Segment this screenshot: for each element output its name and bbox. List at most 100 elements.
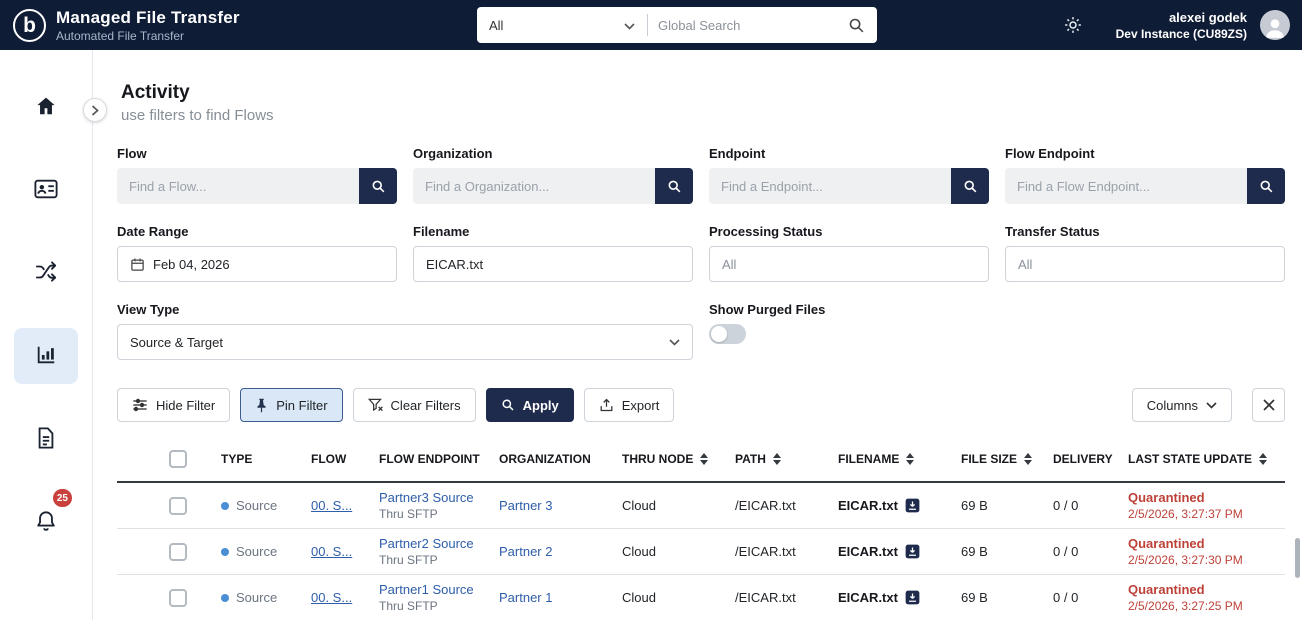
flow-link[interactable]: 00. S...: [311, 544, 352, 559]
sidebar-item-activity[interactable]: [14, 328, 78, 384]
date-range-input[interactable]: Feb 04, 2026: [117, 246, 397, 282]
flow-endpoint-link[interactable]: Partner2 Source: [379, 536, 474, 551]
delivery-cell: 0 / 0: [1045, 529, 1120, 575]
download-icon[interactable]: [905, 498, 920, 513]
organization-link[interactable]: Partner 2: [499, 544, 552, 559]
apply-label: Apply: [523, 398, 559, 413]
type-label: Source: [236, 590, 277, 605]
flow-link[interactable]: 00. S...: [311, 498, 352, 513]
columns-label: Columns: [1147, 398, 1198, 413]
notification-badge: 25: [53, 489, 72, 507]
col-organization: ORGANIZATION: [491, 438, 614, 482]
col-filename[interactable]: FILENAME: [830, 438, 953, 482]
show-purged-toggle[interactable]: [709, 324, 746, 344]
processing-status-label: Processing Status: [709, 224, 989, 239]
sidebar-item-documents[interactable]: [14, 411, 78, 467]
type-label: Source: [236, 544, 277, 559]
activity-chart-icon: [35, 344, 57, 369]
view-type-select[interactable]: Source & Target: [117, 324, 693, 360]
avatar[interactable]: [1260, 10, 1290, 40]
processing-status-input[interactable]: All: [709, 246, 989, 282]
flow-link[interactable]: 00. S...: [311, 590, 352, 605]
col-thru-node[interactable]: THRU NODE: [614, 438, 727, 482]
scrollbar-thumb[interactable]: [1295, 538, 1300, 578]
filename-cell: EICAR.txt: [838, 498, 898, 513]
app-subtitle: Automated File Transfer: [56, 29, 240, 43]
sidebar-item-organizations[interactable]: [14, 162, 78, 218]
flow-endpoint-label: Flow Endpoint: [1005, 146, 1285, 161]
file-size-cell: 69 B: [953, 529, 1045, 575]
search-icon: [667, 179, 682, 194]
col-last-state-update[interactable]: LAST STATE UPDATE: [1120, 438, 1285, 482]
app-title: Managed File Transfer: [56, 8, 240, 28]
table-row: Source 00. S... Partner3 SourceThru SFTP…: [117, 482, 1285, 529]
thru-node-cell: Cloud: [614, 575, 727, 620]
col-path[interactable]: PATH: [727, 438, 830, 482]
home-icon: [35, 95, 57, 120]
download-icon[interactable]: [905, 590, 920, 605]
transfer-status-input[interactable]: All: [1005, 246, 1285, 282]
sort-icon[interactable]: [1259, 453, 1267, 465]
row-checkbox[interactable]: [169, 543, 187, 561]
row-checkbox[interactable]: [169, 497, 187, 515]
export-label: Export: [622, 398, 660, 413]
filename-input[interactable]: [413, 246, 693, 282]
sidebar-expand-toggle[interactable]: [83, 98, 107, 122]
filter-transfer-status: Transfer Status All: [1005, 224, 1285, 282]
pin-filter-button[interactable]: Pin Filter: [240, 388, 342, 422]
main-content: Activity use filters to find Flows Flow …: [94, 50, 1302, 620]
select-all-checkbox[interactable]: [169, 450, 187, 468]
flow-search-button[interactable]: [359, 168, 397, 204]
sidebar-item-flows[interactable]: [14, 245, 78, 301]
organizations-icon: [34, 178, 58, 203]
organization-link[interactable]: Partner 1: [499, 590, 552, 605]
col-file-size[interactable]: FILE SIZE: [953, 438, 1045, 482]
file-size-cell: 69 B: [953, 575, 1045, 620]
endpoint-search-button[interactable]: [951, 168, 989, 204]
export-button[interactable]: Export: [584, 388, 675, 422]
sort-icon[interactable]: [700, 453, 708, 465]
hide-filter-button[interactable]: Hide Filter: [117, 388, 230, 422]
sidebar-item-notifications[interactable]: 25: [14, 494, 78, 550]
endpoint-search-input[interactable]: [709, 168, 951, 204]
clear-filters-button[interactable]: Clear Filters: [353, 388, 476, 422]
filename-label: Filename: [413, 224, 693, 239]
table-row: Source 00. S... Partner2 SourceThru SFTP…: [117, 529, 1285, 575]
type-label: Source: [236, 498, 277, 513]
bell-icon: [35, 510, 57, 535]
sort-icon[interactable]: [1024, 453, 1032, 465]
sliders-icon: [132, 398, 148, 412]
user-info: alexei godek Dev Instance (CU89ZS): [1116, 10, 1247, 41]
search-icon[interactable]: [844, 17, 877, 34]
source-dot-icon: [221, 548, 229, 556]
filter-date-range: Date Range Feb 04, 2026: [117, 224, 397, 282]
organization-search-input[interactable]: [413, 168, 655, 204]
status-time: 2/5/2026, 3:27:25 PM: [1128, 599, 1277, 613]
filename-cell: EICAR.txt: [838, 544, 898, 559]
page-subtitle: use filters to find Flows: [121, 107, 1302, 124]
close-filter-button[interactable]: [1252, 388, 1285, 422]
columns-button[interactable]: Columns: [1132, 388, 1232, 422]
top-bar: b Managed File Transfer Automated File T…: [0, 0, 1302, 50]
search-scope-select[interactable]: All: [477, 7, 647, 43]
flow-endpoint-link[interactable]: Partner3 Source: [379, 490, 474, 505]
global-search-input[interactable]: [648, 7, 844, 43]
organization-search-button[interactable]: [655, 168, 693, 204]
path-cell: /EICAR.txt: [727, 529, 830, 575]
sort-icon[interactable]: [906, 453, 914, 465]
flow-endpoint-search-input[interactable]: [1005, 168, 1247, 204]
flow-endpoint-link[interactable]: Partner1 Source: [379, 582, 474, 597]
filter-panel: Flow Organization Endpoint: [117, 146, 1284, 360]
shuffle-icon: [34, 261, 58, 286]
apply-button[interactable]: Apply: [486, 388, 574, 422]
flow-search-input[interactable]: [117, 168, 359, 204]
app-logo-icon: b: [13, 9, 46, 42]
organization-link[interactable]: Partner 3: [499, 498, 552, 513]
download-icon[interactable]: [905, 544, 920, 559]
sort-icon[interactable]: [773, 453, 781, 465]
sidebar-item-home[interactable]: [14, 79, 78, 135]
theme-sun-icon[interactable]: [1064, 16, 1082, 34]
flow-endpoint-search-button[interactable]: [1247, 168, 1285, 204]
page-title: Activity: [121, 82, 1302, 104]
row-checkbox[interactable]: [169, 589, 187, 607]
